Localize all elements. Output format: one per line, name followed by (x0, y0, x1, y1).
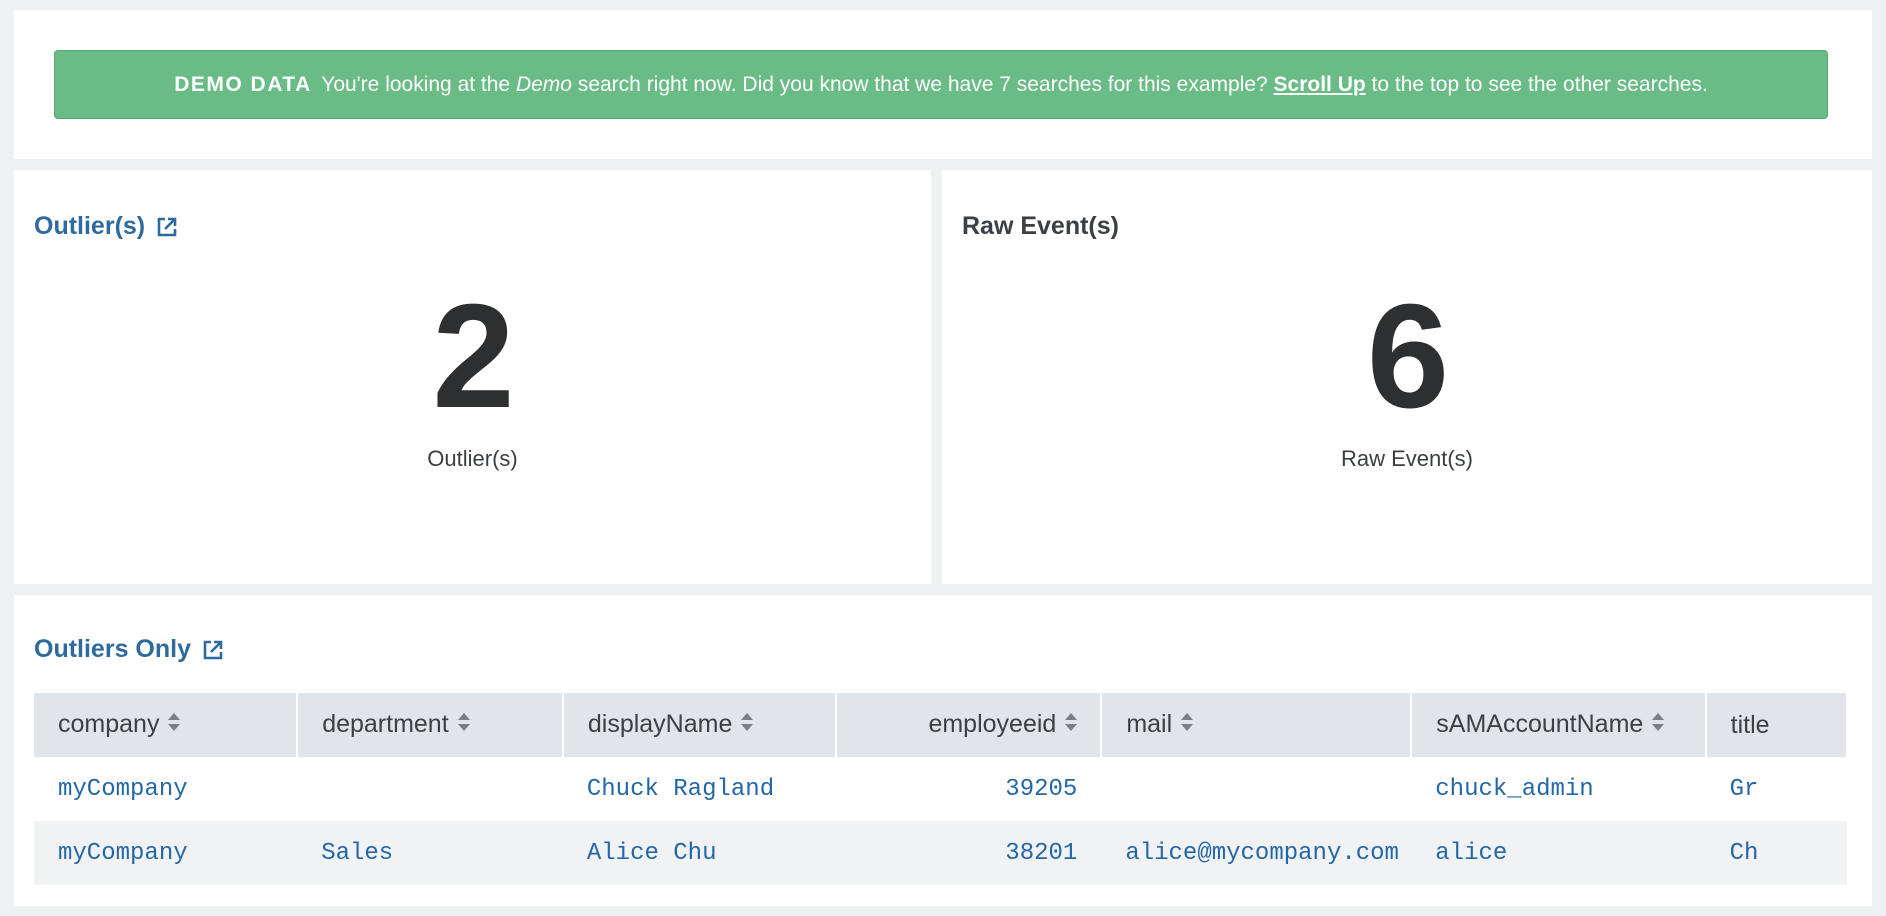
banner-tag: DEMO DATA (174, 73, 312, 96)
column-header-employeeid[interactable]: employeeid (835, 693, 1103, 757)
banner-text-1: You're looking at the (321, 73, 516, 96)
cell-employeeid[interactable]: 38201 (835, 821, 1102, 885)
demo-data-banner: DEMO DATA You're looking at the Demo sea… (54, 50, 1828, 119)
cell-samaccountname[interactable]: alice (1411, 821, 1706, 885)
external-link-icon[interactable] (203, 640, 223, 660)
sort-icon[interactable] (167, 711, 181, 740)
scroll-up-link[interactable]: Scroll Up (1274, 73, 1366, 96)
outliers-caption: Outlier(s) (427, 446, 518, 471)
sort-icon[interactable] (457, 711, 471, 740)
outliers-panel-title[interactable]: Outlier(s) (34, 212, 177, 241)
cell-employeeid[interactable]: 39205 (836, 757, 1102, 821)
table-row[interactable]: myCompany Chuck Ragland 39205 chuck_admi… (34, 757, 1847, 821)
cell-mail[interactable]: alice@mycompany.com (1101, 821, 1412, 885)
banner-text-3: to the top to see the other searches. (1371, 73, 1708, 96)
sort-icon[interactable] (740, 711, 754, 740)
banner-text-2: search right now. Did you know that we h… (577, 73, 1274, 96)
outliers-only-title[interactable]: Outliers Only (34, 635, 223, 664)
cell-displayname[interactable]: Alice Chu (562, 821, 836, 885)
outliers-count[interactable]: 2 (14, 283, 931, 431)
outliers-table: company department displayName employeei… (34, 693, 1848, 885)
outliers-table-container: company department displayName employeei… (34, 693, 1848, 885)
cell-company[interactable]: myCompany (34, 821, 298, 885)
column-header-displayname[interactable]: displayName (562, 693, 837, 757)
cell-department[interactable] (297, 757, 563, 821)
raw-events-count[interactable]: 6 (942, 283, 1872, 431)
raw-events-panel: Raw Event(s) 6 Raw Event(s) (942, 170, 1872, 584)
column-header-department[interactable]: department (297, 693, 564, 757)
outliers-panel: Outlier(s) 2 Outlier(s) (14, 170, 931, 584)
cell-displayname[interactable]: Chuck Ragland (563, 757, 836, 821)
cell-samaccountname[interactable]: chuck_admin (1411, 757, 1705, 821)
table-row[interactable]: myCompany Sales Alice Chu 38201 alice@my… (34, 821, 1847, 885)
column-header-mail[interactable]: mail (1101, 693, 1413, 757)
table-header-row: company department displayName employeei… (34, 693, 1848, 757)
outliers-title-label: Outlier(s) (34, 212, 146, 240)
column-header-company[interactable]: company (34, 693, 299, 757)
outliers-only-title-label: Outliers Only (34, 635, 191, 663)
sort-icon[interactable] (1651, 711, 1665, 740)
external-link-icon[interactable] (157, 217, 177, 237)
banner-emphasis: Demo (515, 73, 572, 96)
cell-company[interactable]: myCompany (34, 757, 297, 821)
sort-icon[interactable] (1064, 711, 1078, 740)
column-header-samaccountname[interactable]: sAMAccountName (1411, 693, 1707, 757)
raw-events-panel-title: Raw Event(s) (962, 212, 1119, 240)
cell-mail[interactable] (1101, 757, 1411, 821)
cell-department[interactable]: Sales (297, 821, 563, 885)
demo-banner-panel: DEMO DATA You're looking at the Demo sea… (14, 10, 1872, 159)
outliers-only-panel: Outliers Only company department display… (14, 595, 1872, 906)
sort-icon[interactable] (1180, 711, 1194, 740)
raw-events-caption: Raw Event(s) (1340, 446, 1474, 471)
column-header-title[interactable]: title (1705, 693, 1848, 757)
cell-title[interactable]: Ch (1705, 821, 1847, 885)
cell-title[interactable]: Gr (1706, 757, 1847, 821)
